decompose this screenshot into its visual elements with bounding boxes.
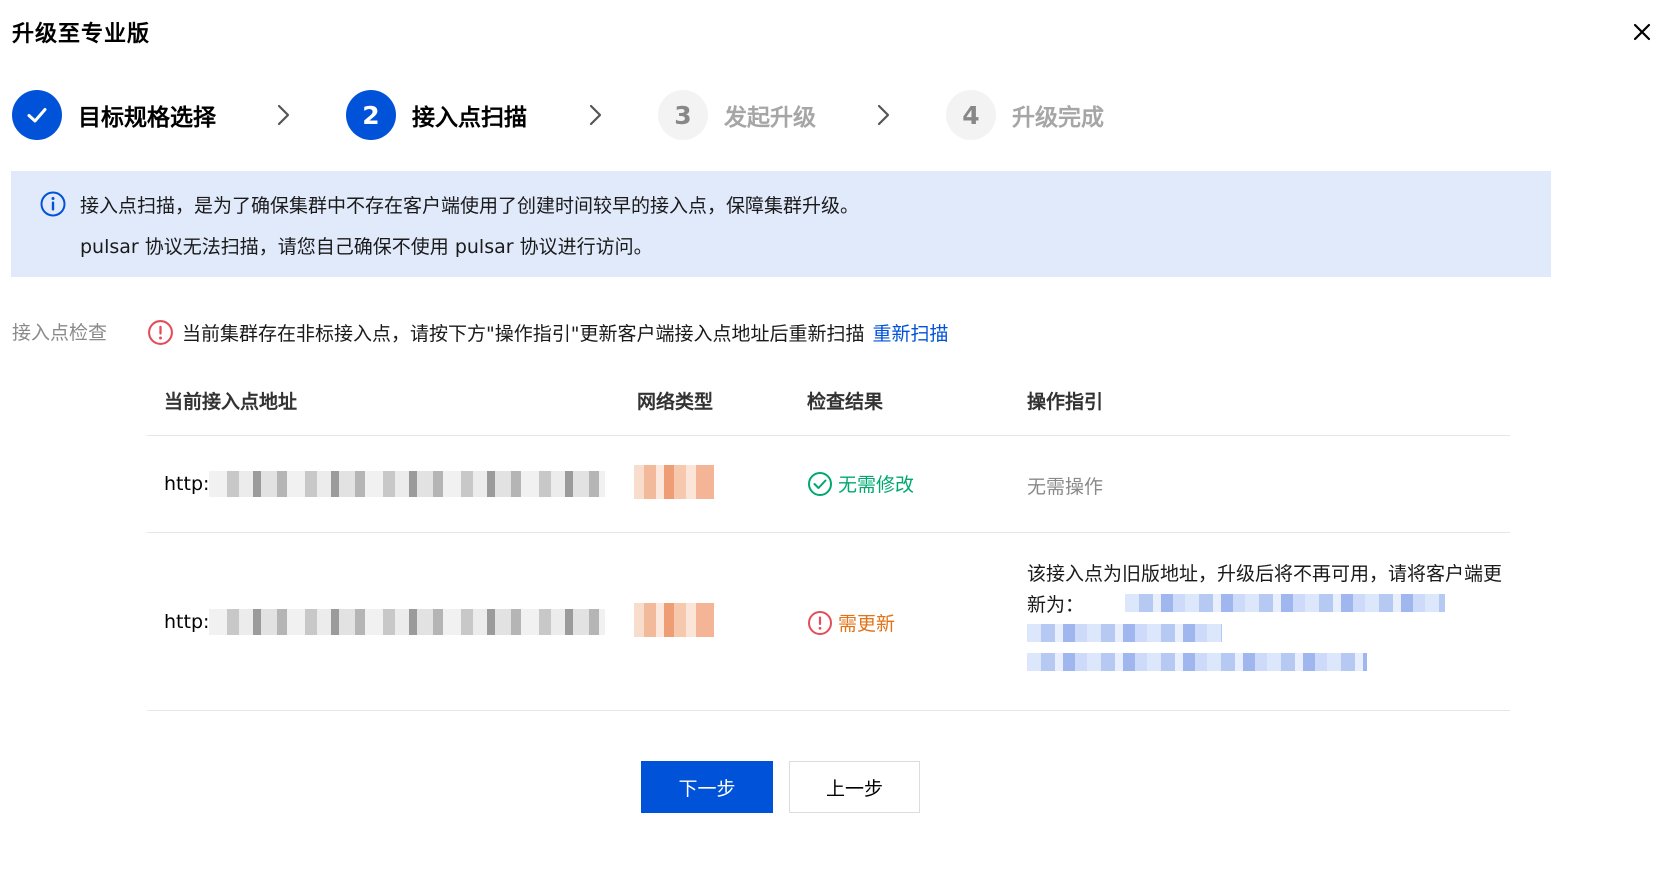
redacted-network-type <box>634 603 714 637</box>
address-prefix: http: <box>164 473 210 495</box>
next-step-button[interactable]: 下一步 <box>641 761 773 813</box>
redacted-new-address <box>1125 594 1445 612</box>
step-1-indicator <box>12 90 62 140</box>
banner-line-2: pulsar 协议无法扫描，请您自己确保不使用 pulsar 协议进行访问。 <box>80 236 653 258</box>
check-result: 无需修改 <box>807 470 914 497</box>
network-type <box>634 603 714 642</box>
endpoint-address: http: <box>164 471 606 497</box>
endpoint-address: http: <box>164 609 606 635</box>
close-button[interactable] <box>1628 18 1656 46</box>
check-icon <box>27 108 47 123</box>
step-2-indicator: 2 <box>346 90 396 140</box>
step-label: 接入点扫描 <box>412 105 527 131</box>
previous-step-button[interactable]: 上一步 <box>789 761 920 813</box>
warning-text: 当前集群存在非标接入点，请按下方"操作指引"更新客户端接入点地址后重新扫描 <box>182 322 865 345</box>
check-circle-icon <box>808 471 832 496</box>
step-endpoint-scan: 2 接入点扫描 <box>346 90 527 140</box>
step-label: 升级完成 <box>1012 105 1104 131</box>
redacted-address <box>209 471 606 497</box>
step-3-indicator: 3 <box>658 90 708 140</box>
stepper: 目标规格选择 2 接入点扫描 3 发起升级 4 升级完成 <box>12 90 1212 140</box>
network-type <box>634 465 714 504</box>
step-label: 目标规格选择 <box>78 105 216 131</box>
rescan-link[interactable]: 重新扫描 <box>872 319 948 346</box>
column-header-network-type: 网络类型 <box>637 391 714 413</box>
dialog-title: 升级至专业版 <box>12 22 151 47</box>
table-row: http: 无需修改 无需操作 <box>147 436 1510 533</box>
column-header-guide: 操作指引 <box>1027 391 1104 413</box>
endpoint-table: 当前接入点地址 网络类型 检查结果 操作指引 http: 无需修改 无需操作 h… <box>147 370 1510 711</box>
redacted-new-address <box>1027 653 1367 671</box>
step-upgrade-complete: 4 升级完成 <box>946 90 1104 140</box>
table-row: http: 需更新 该接入点为旧版地址，升级后将不再可用，请将客户端更新为： <box>147 533 1510 711</box>
step-4-indicator: 4 <box>946 90 996 140</box>
step-spec-select: 目标规格选择 <box>12 90 216 140</box>
chevron-right-icon <box>277 104 290 126</box>
redacted-network-type <box>634 465 714 499</box>
column-header-check-result: 检查结果 <box>807 391 884 413</box>
guide-text: 无需操作 <box>1027 476 1104 498</box>
table-header: 当前接入点地址 网络类型 检查结果 操作指引 <box>147 370 1510 436</box>
error-circle-icon <box>808 610 832 635</box>
info-icon <box>40 191 66 217</box>
redacted-new-address <box>1027 624 1222 642</box>
check-result-text: 无需修改 <box>838 474 915 496</box>
info-banner: 接入点扫描，是为了确保集群中不存在客户端使用了创建时间较早的接入点，保障集群升级… <box>11 171 1551 277</box>
step-start-upgrade: 3 发起升级 <box>658 90 816 140</box>
endpoint-check-label: 接入点检查 <box>12 322 108 344</box>
error-circle-icon <box>148 319 173 345</box>
check-result-text: 需更新 <box>838 613 896 635</box>
address-prefix: http: <box>164 611 210 633</box>
redacted-address <box>209 609 606 635</box>
chevron-right-icon <box>877 104 890 126</box>
scan-warning: 当前集群存在非标接入点，请按下方"操作指引"更新客户端接入点地址后重新扫描 重新… <box>147 317 949 347</box>
step-label: 发起升级 <box>724 105 816 131</box>
column-header-address: 当前接入点地址 <box>164 391 298 413</box>
check-result: 需更新 <box>807 609 895 636</box>
close-icon <box>1633 23 1651 41</box>
banner-line-1: 接入点扫描，是为了确保集群中不存在客户端使用了创建时间较早的接入点，保障集群升级… <box>80 195 860 217</box>
chevron-right-icon <box>589 104 602 126</box>
